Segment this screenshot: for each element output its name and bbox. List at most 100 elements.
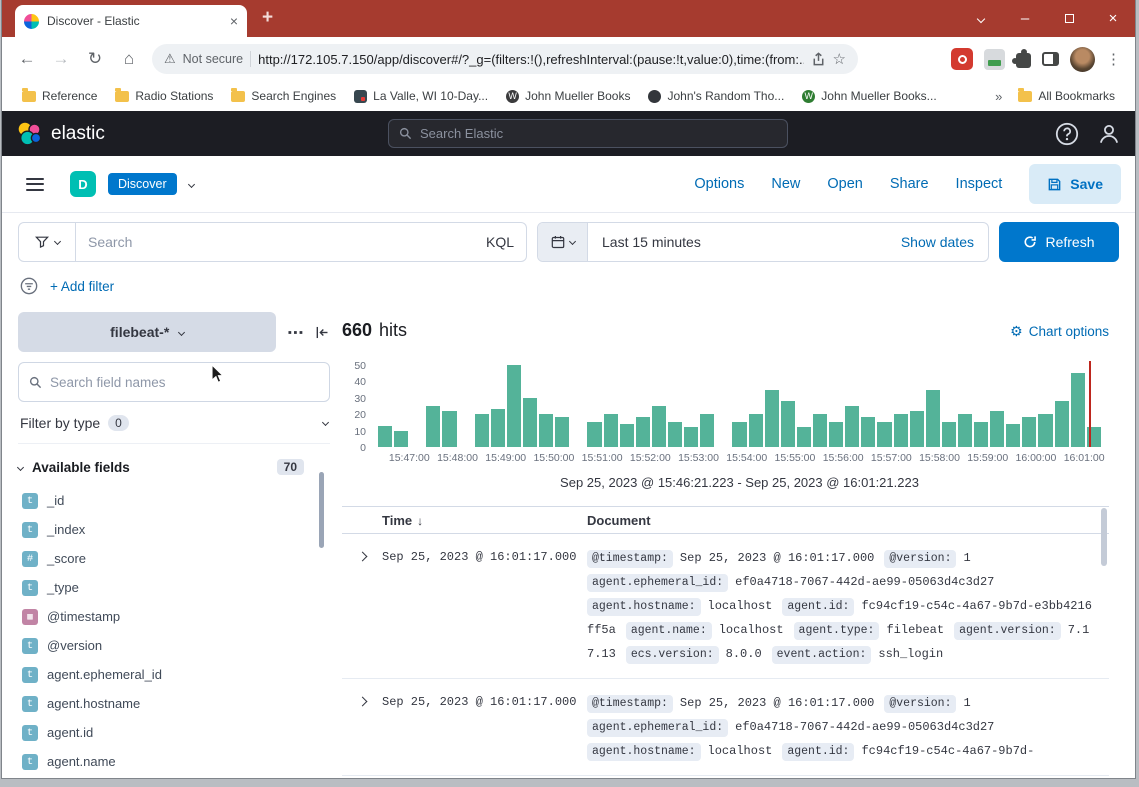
refresh-button[interactable]: Refresh bbox=[999, 222, 1119, 262]
field-name-badge[interactable]: @timestamp: bbox=[587, 550, 673, 568]
nav-link-open[interactable]: Open bbox=[827, 176, 862, 192]
side-panel-icon[interactable] bbox=[1042, 52, 1059, 66]
histogram-bar bbox=[1022, 417, 1036, 447]
field-name-badge[interactable]: agent.id: bbox=[782, 743, 854, 761]
field-item[interactable]: tagent.hostname bbox=[18, 689, 330, 718]
field-name-badge[interactable]: agent.id: bbox=[782, 598, 854, 616]
field-item[interactable]: tagent.id bbox=[18, 718, 330, 747]
elastic-logo[interactable]: elastic bbox=[16, 121, 105, 146]
extensions-puzzle-icon[interactable] bbox=[1016, 53, 1031, 68]
help-icon[interactable] bbox=[1055, 122, 1079, 146]
field-item[interactable]: tagent.name bbox=[18, 747, 330, 776]
minimize-button[interactable]: – bbox=[1003, 0, 1047, 37]
sidebar-scrollbar[interactable] bbox=[319, 472, 324, 548]
field-name-badge[interactable]: agent.name: bbox=[626, 622, 712, 640]
extension-icon[interactable] bbox=[984, 49, 1005, 70]
url-text[interactable]: http://172.105.7.150/app/discover#/?_g=(… bbox=[258, 52, 803, 67]
doc-time-cell: Sep 25, 2023 @ 16:01:17.000 bbox=[382, 546, 587, 564]
save-button[interactable]: Save bbox=[1029, 164, 1121, 204]
field-item[interactable]: ▦@timestamp bbox=[18, 602, 330, 631]
adblock-extension-icon[interactable] bbox=[951, 48, 973, 70]
bookmark-item[interactable]: John's Random Tho... bbox=[640, 86, 792, 106]
nav-link-share[interactable]: Share bbox=[890, 176, 929, 192]
bookmark-item[interactable]: Search Engines bbox=[223, 86, 344, 106]
histogram-bar bbox=[620, 424, 634, 447]
field-name-badge[interactable]: event.action: bbox=[772, 646, 872, 664]
global-search-box[interactable] bbox=[388, 119, 788, 148]
bookmark-item[interactable]: WJohn Mueller Books... bbox=[794, 86, 944, 106]
field-name-badge[interactable]: agent.version: bbox=[954, 622, 1061, 640]
address-bar[interactable]: ⚠ Not secure http://172.105.7.150/app/di… bbox=[152, 44, 858, 74]
maximize-button[interactable] bbox=[1047, 0, 1091, 37]
chart-options-button[interactable]: ⚙ Chart options bbox=[1010, 323, 1109, 340]
time-range-value[interactable]: Last 15 minutes bbox=[588, 234, 887, 250]
index-pattern-select[interactable]: filebeat-* bbox=[18, 312, 276, 352]
date-quick-select-button[interactable] bbox=[538, 223, 588, 261]
field-name-badge[interactable]: agent.hostname: bbox=[587, 743, 701, 761]
add-filter-link[interactable]: + Add filter bbox=[50, 279, 114, 294]
back-button[interactable]: ← bbox=[10, 42, 44, 76]
reload-button[interactable]: ↻ bbox=[78, 42, 112, 76]
field-name-badge[interactable]: agent.ephemeral_id: bbox=[587, 719, 728, 737]
field-search-box[interactable] bbox=[18, 362, 330, 402]
nav-link-new[interactable]: New bbox=[771, 176, 800, 192]
tab-close-icon[interactable]: × bbox=[230, 14, 238, 28]
bookmarks-overflow-chevron[interactable]: » bbox=[987, 89, 1010, 104]
home-button[interactable]: ⌂ bbox=[112, 42, 146, 76]
field-item[interactable]: t_id bbox=[18, 486, 330, 515]
breadcrumb-chevron-icon[interactable] bbox=[188, 180, 195, 187]
field-name-badge[interactable]: agent.type: bbox=[794, 622, 880, 640]
collapse-sidebar-icon[interactable] bbox=[315, 325, 330, 340]
show-dates-link[interactable]: Show dates bbox=[887, 234, 988, 250]
share-icon[interactable] bbox=[811, 52, 826, 67]
field-item[interactable]: t_type bbox=[18, 573, 330, 602]
bookmark-star-icon[interactable]: ☆ bbox=[833, 50, 846, 68]
field-name-badge[interactable]: agent.hostname: bbox=[587, 598, 701, 616]
results-scrollbar[interactable] bbox=[1101, 508, 1107, 566]
app-breadcrumb-badge[interactable]: Discover bbox=[108, 173, 177, 195]
field-name-badge[interactable]: @version: bbox=[884, 550, 956, 568]
tab-search-chevron-icon[interactable] bbox=[959, 0, 1003, 37]
nav-link-options[interactable]: Options bbox=[694, 176, 744, 192]
field-name-badge[interactable]: ecs.version: bbox=[626, 646, 719, 664]
available-fields-header[interactable]: Available fields 70 bbox=[18, 456, 330, 478]
time-column-header[interactable]: Time↓ bbox=[382, 513, 587, 528]
boxes-horizontal-icon[interactable] bbox=[288, 325, 303, 340]
query-input[interactable] bbox=[88, 234, 478, 250]
field-name-badge[interactable]: @version: bbox=[884, 695, 956, 713]
bookmark-item[interactable]: WJohn Mueller Books bbox=[498, 86, 638, 106]
field-search-input[interactable] bbox=[50, 375, 319, 390]
weather-icon bbox=[354, 90, 367, 103]
space-avatar[interactable]: D bbox=[70, 171, 96, 197]
field-item[interactable]: t@version bbox=[18, 631, 330, 660]
nav-link-inspect[interactable]: Inspect bbox=[956, 176, 1003, 192]
all-bookmarks-button[interactable]: All Bookmarks bbox=[1010, 86, 1123, 106]
bookmark-item[interactable]: Reference bbox=[14, 86, 105, 106]
documents-table: Time↓ Document Sep 25, 2023 @ 16:01:17.0… bbox=[342, 506, 1109, 776]
bookmark-item[interactable]: La Valle, WI 10-Day... bbox=[346, 86, 496, 106]
user-menu-icon[interactable] bbox=[1097, 122, 1121, 146]
field-item[interactable]: tagent.ephemeral_id bbox=[18, 660, 330, 689]
filters-circle-icon[interactable] bbox=[20, 277, 38, 295]
query-language-label[interactable]: KQL bbox=[486, 234, 514, 250]
field-item[interactable]: t_index bbox=[18, 515, 330, 544]
expand-row-button[interactable] bbox=[342, 546, 382, 560]
field-name-badge[interactable]: agent.ephemeral_id: bbox=[587, 574, 728, 592]
histogram-chart[interactable]: 01020304050 15:47:0015:48:0015:49:0015:5… bbox=[342, 353, 1109, 465]
expand-row-button[interactable] bbox=[342, 691, 382, 705]
histogram-bar bbox=[378, 426, 392, 447]
browser-menu-button[interactable]: ⋮ bbox=[1106, 50, 1121, 68]
close-button[interactable]: × bbox=[1091, 0, 1135, 37]
new-tab-button[interactable]: + bbox=[262, 7, 273, 29]
saved-query-menu-button[interactable] bbox=[18, 222, 76, 262]
forward-button[interactable]: → bbox=[44, 42, 78, 76]
menu-hamburger-icon[interactable] bbox=[26, 178, 44, 191]
query-input-box[interactable]: KQL bbox=[76, 222, 527, 262]
field-item[interactable]: #_score bbox=[18, 544, 330, 573]
global-search-input[interactable] bbox=[420, 126, 777, 141]
bookmark-item[interactable]: Radio Stations bbox=[107, 86, 221, 106]
browser-tab[interactable]: Discover - Elastic × bbox=[15, 5, 247, 37]
profile-avatar[interactable] bbox=[1070, 47, 1095, 72]
field-name-badge[interactable]: @timestamp: bbox=[587, 695, 673, 713]
filter-by-type-select[interactable]: Filter by type 0 bbox=[18, 402, 330, 444]
